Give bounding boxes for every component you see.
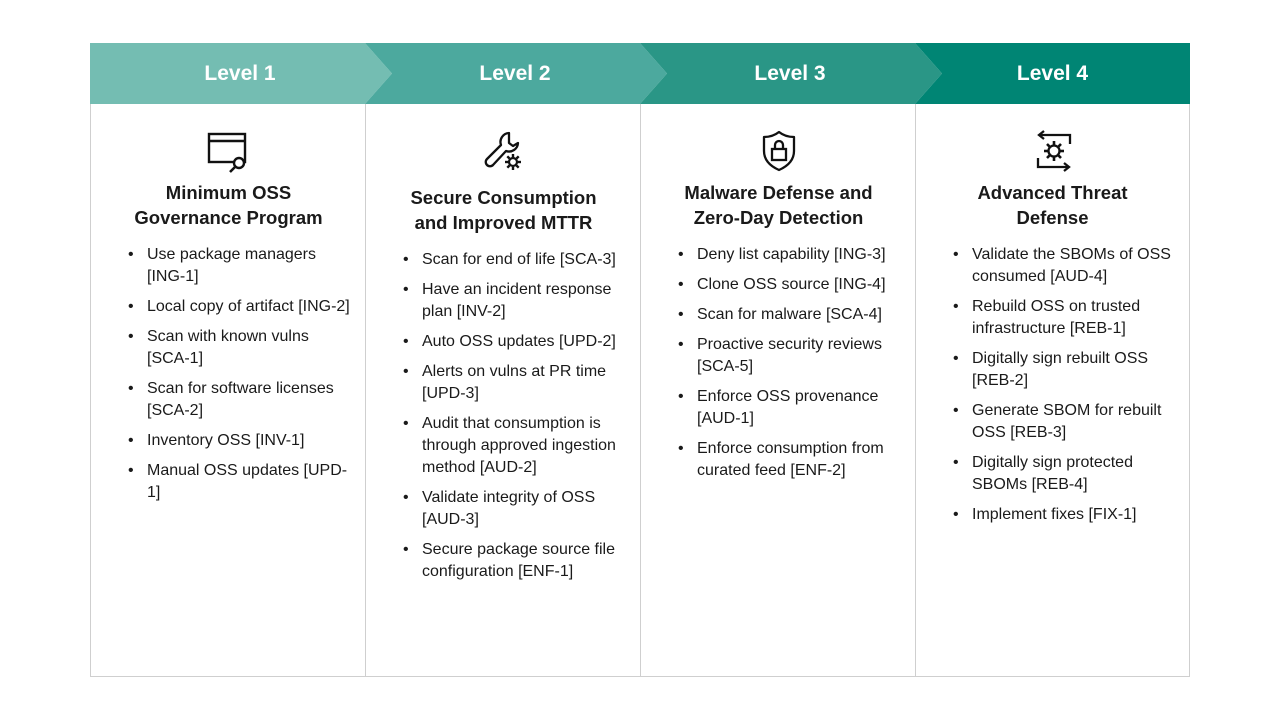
practice-item: Proactive security reviews [SCA-5]	[672, 334, 902, 378]
practice-item: Inventory OSS [INV-1]	[122, 430, 352, 452]
practice-item: Scan for end of life [SCA-3]	[397, 249, 622, 271]
practice-item: Enforce consumption from curated feed [E…	[672, 438, 902, 482]
practice-item: Alerts on vulns at PR time [UPD-3]	[397, 361, 622, 405]
practice-item: Auto OSS updates [UPD-2]	[397, 331, 622, 353]
practice-item: Validate the SBOMs of OSS consumed [AUD-…	[947, 244, 1177, 288]
level-1-title: Minimum OSS Governance Program	[91, 180, 366, 230]
practice-item: Rebuild OSS on trusted infrastructure [R…	[947, 296, 1177, 340]
maturity-model-diagram: Level 1 Level 2 Level 3 Level 4 Minimum …	[90, 43, 1190, 678]
practice-item: Scan with known vulns [SCA-1]	[122, 326, 352, 370]
practice-item: Manual OSS updates [UPD-1]	[122, 460, 352, 504]
title-line: and Improved MTTR	[414, 212, 593, 233]
level-1-column: Minimum OSS Governance Program Use packa…	[90, 104, 366, 677]
practice-item: Deny list capability [ING-3]	[672, 244, 902, 266]
practice-item: Validate integrity of OSS [AUD-3]	[397, 487, 622, 531]
practice-item: Clone OSS source [ING-4]	[672, 274, 902, 296]
level-2-title: Secure Consumption and Improved MTTR	[366, 185, 641, 235]
shield-lock-icon	[762, 130, 796, 172]
title-line: Minimum OSS	[165, 182, 292, 203]
level-4-column: Advanced Threat Defense Validate the SBO…	[915, 104, 1190, 677]
practice-item: Audit that consumption is through approv…	[397, 413, 622, 479]
title-line: Malware Defense and	[684, 182, 873, 203]
practice-item: Implement fixes [FIX-1]	[947, 504, 1177, 526]
title-line: Advanced Threat	[977, 182, 1128, 203]
level-1-practices: Use package managers [ING-1] Local copy …	[122, 244, 352, 512]
practice-item: Have an incident response plan [INV-2]	[397, 279, 622, 323]
level-2-practices: Scan for end of life [SCA-3] Have an inc…	[397, 249, 622, 591]
practice-item: Digitally sign protected SBOMs [REB-4]	[947, 452, 1177, 496]
level-1-label: Level 1	[204, 62, 276, 85]
wrench-gear-icon	[484, 131, 521, 170]
practice-item: Generate SBOM for rebuilt OSS [REB-3]	[947, 400, 1177, 444]
practice-item: Local copy of artifact [ING-2]	[122, 296, 352, 318]
level-header-bar: Level 1 Level 2 Level 3 Level 4	[90, 43, 1190, 104]
title-line: Zero-Day Detection	[693, 207, 864, 228]
level-4-practices: Validate the SBOMs of OSS consumed [AUD-…	[947, 244, 1177, 534]
practice-item: Enforce OSS provenance [AUD-1]	[672, 386, 902, 430]
level-3-practices: Deny list capability [ING-3] Clone OSS s…	[672, 244, 902, 490]
title-line: Governance Program	[134, 207, 323, 228]
level-2-column: Secure Consumption and Improved MTTR Sca…	[365, 104, 641, 677]
level-3-column: Malware Defense and Zero-Day Detection D…	[640, 104, 916, 677]
practice-item: Scan for malware [SCA-4]	[672, 304, 902, 326]
level-4-title: Advanced Threat Defense	[916, 180, 1189, 230]
practice-item: Scan for software licenses [SCA-2]	[122, 378, 352, 422]
level-3-title: Malware Defense and Zero-Day Detection	[641, 180, 916, 230]
level-3-label: Level 3	[754, 62, 826, 85]
practice-item: Secure package source file configuration…	[397, 539, 622, 583]
gear-cycle-icon	[1036, 130, 1072, 172]
title-line: Secure Consumption	[410, 187, 597, 208]
level-2-label: Level 2	[479, 62, 551, 85]
practice-item: Digitally sign rebuilt OSS [REB-2]	[947, 348, 1177, 392]
window-search-icon	[207, 132, 247, 173]
practice-item: Use package managers [ING-1]	[122, 244, 352, 288]
level-4-label: Level 4	[1016, 62, 1089, 85]
title-line: Defense	[1016, 207, 1089, 228]
